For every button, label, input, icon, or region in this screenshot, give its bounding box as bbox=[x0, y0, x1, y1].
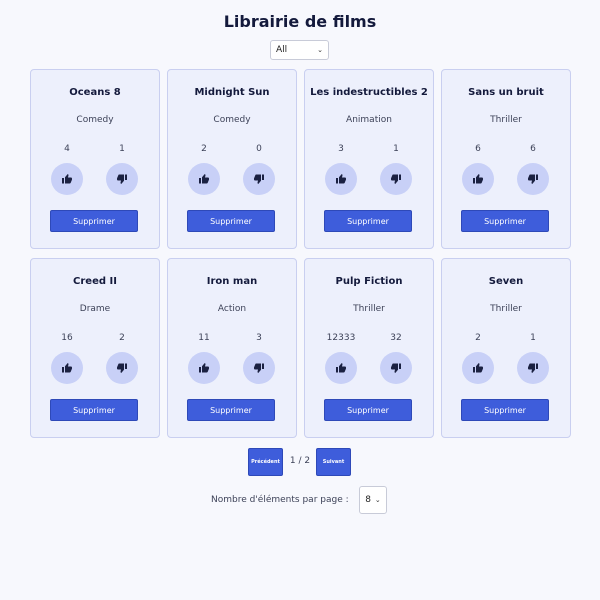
movie-card: Les indestructibles 2 Animation 3 1 Supprime… bbox=[304, 69, 434, 249]
delete-button[interactable]: Supprimer bbox=[324, 399, 412, 421]
thumbs-down-icon bbox=[527, 170, 539, 189]
movie-title: Oceans 8 bbox=[69, 87, 121, 98]
likes-count: 2 bbox=[475, 333, 481, 343]
movie-card: Pulp Fiction Thriller 12333 32 Supprimer bbox=[304, 258, 434, 438]
category-filter-value: All bbox=[276, 45, 288, 55]
dislikes-count: 2 bbox=[119, 333, 125, 343]
dislikes-count: 1 bbox=[530, 333, 536, 343]
delete-button[interactable]: Supprimer bbox=[50, 210, 138, 232]
dislikes-count: 6 bbox=[530, 144, 536, 154]
dislikes-count: 32 bbox=[390, 333, 402, 343]
movie-card: Sans un bruit Thriller 6 6 Supprimer bbox=[441, 69, 571, 249]
like-button[interactable] bbox=[462, 163, 494, 195]
like-button[interactable] bbox=[325, 163, 357, 195]
thumbs-down-icon bbox=[116, 170, 128, 189]
thumbs-up-icon bbox=[472, 359, 484, 378]
delete-button[interactable]: Supprimer bbox=[324, 210, 412, 232]
movie-title: Iron man bbox=[206, 276, 258, 287]
thumbs-up-icon bbox=[335, 170, 347, 189]
thumbs-down-icon bbox=[253, 170, 265, 189]
delete-button[interactable]: Supprimer bbox=[187, 399, 275, 421]
movie-card: Seven Thriller 2 1 Supprimer bbox=[441, 258, 571, 438]
dislike-button[interactable] bbox=[380, 352, 412, 384]
movie-category: Animation bbox=[346, 115, 392, 125]
delete-button[interactable]: Supprimer bbox=[50, 399, 138, 421]
thumbs-up-icon bbox=[335, 359, 347, 378]
next-page-button[interactable]: Suivant bbox=[316, 448, 351, 476]
movie-category: Comedy bbox=[76, 115, 114, 125]
delete-button[interactable]: Supprimer bbox=[187, 210, 275, 232]
thumbs-down-icon bbox=[253, 359, 265, 378]
chevron-down-icon: ⌄ bbox=[317, 46, 323, 54]
movie-card: Oceans 8 Comedy 4 1 Supprimer bbox=[30, 69, 160, 249]
thumbs-up-icon bbox=[472, 170, 484, 189]
dislike-button[interactable] bbox=[243, 163, 275, 195]
movie-title: Midnight Sun bbox=[194, 87, 270, 98]
page-indicator: 1 / 2 bbox=[289, 456, 311, 466]
thumbs-down-icon bbox=[390, 359, 402, 378]
like-button[interactable] bbox=[188, 352, 220, 384]
like-button[interactable] bbox=[462, 352, 494, 384]
dislike-button[interactable] bbox=[380, 163, 412, 195]
movie-category: Drame bbox=[79, 304, 111, 314]
movie-card: Creed II Drame 16 2 Supprimer bbox=[30, 258, 160, 438]
thumbs-down-icon bbox=[527, 359, 539, 378]
dislike-button[interactable] bbox=[243, 352, 275, 384]
movie-title: Les indestructibles 2 bbox=[310, 87, 428, 98]
movie-category: Thriller bbox=[353, 304, 385, 314]
thumbs-up-icon bbox=[198, 170, 210, 189]
likes-count: 2 bbox=[201, 144, 207, 154]
like-button[interactable] bbox=[51, 163, 83, 195]
likes-count: 3 bbox=[338, 144, 344, 154]
dislikes-count: 1 bbox=[393, 144, 399, 154]
like-button[interactable] bbox=[51, 352, 83, 384]
dislikes-count: 1 bbox=[119, 144, 125, 154]
items-per-page-label: Nombre d'éléments par page : bbox=[211, 495, 349, 505]
movie-title: Seven bbox=[488, 276, 524, 287]
movie-title: Pulp Fiction bbox=[335, 276, 403, 287]
movie-category: Thriller bbox=[490, 304, 522, 314]
likes-count: 11 bbox=[198, 333, 210, 343]
thumbs-down-icon bbox=[390, 170, 402, 189]
delete-button[interactable]: Supprimer bbox=[461, 210, 549, 232]
movie-category: Thriller bbox=[490, 115, 522, 125]
movie-card: Midnight Sun Comedy 2 0 Supprimer bbox=[167, 69, 297, 249]
likes-count: 4 bbox=[64, 144, 70, 154]
items-per-page-value: 8 bbox=[365, 495, 371, 505]
chevron-down-icon: ⌄ bbox=[374, 496, 381, 504]
dislike-button[interactable] bbox=[517, 352, 549, 384]
dislike-button[interactable] bbox=[517, 163, 549, 195]
likes-count: 12333 bbox=[326, 333, 356, 343]
likes-count: 6 bbox=[475, 144, 481, 154]
thumbs-up-icon bbox=[61, 170, 73, 189]
category-filter-select[interactable]: All ⌄ bbox=[270, 40, 329, 60]
previous-page-button[interactable]: Précédent bbox=[248, 448, 283, 476]
movie-category: Action bbox=[217, 304, 247, 314]
page-title: Librairie de films bbox=[223, 12, 377, 31]
thumbs-down-icon bbox=[116, 359, 128, 378]
dislikes-count: 0 bbox=[256, 144, 262, 154]
dislike-button[interactable] bbox=[106, 163, 138, 195]
movie-category: Comedy bbox=[213, 115, 251, 125]
dislike-button[interactable] bbox=[106, 352, 138, 384]
like-button[interactable] bbox=[325, 352, 357, 384]
likes-count: 16 bbox=[61, 333, 73, 343]
delete-button[interactable]: Supprimer bbox=[461, 399, 549, 421]
movie-title: Sans un bruit bbox=[468, 87, 544, 98]
movie-title: Creed II bbox=[73, 276, 117, 287]
dislikes-count: 3 bbox=[256, 333, 262, 343]
thumbs-up-icon bbox=[198, 359, 210, 378]
movie-card: Iron man Action 11 3 Supprimer bbox=[167, 258, 297, 438]
items-per-page-select[interactable]: 8 ⌄ bbox=[359, 486, 387, 514]
like-button[interactable] bbox=[188, 163, 220, 195]
thumbs-up-icon bbox=[61, 359, 73, 378]
